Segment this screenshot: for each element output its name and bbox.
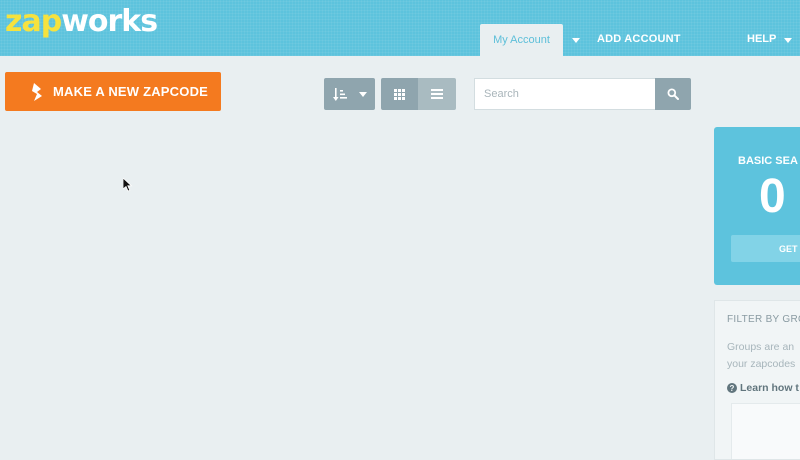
- list-view-icon: [431, 89, 443, 99]
- chevron-down-icon: [359, 91, 367, 97]
- plan-count: 0: [759, 170, 786, 223]
- tab-my-account[interactable]: My Account: [480, 24, 563, 56]
- question-circle-icon: ?: [727, 383, 737, 393]
- top-header: zap works My Account ADD ACCOUNT HELP: [0, 0, 800, 56]
- filter-title: FILTER BY GRO: [727, 314, 800, 325]
- search-button[interactable]: [655, 78, 691, 110]
- group-list-box[interactable]: [731, 403, 800, 459]
- help-dropdown-toggle[interactable]: [781, 34, 795, 46]
- logo-works-text: works: [61, 4, 158, 39]
- plan-summary-card: BASIC SEA 0 GET: [714, 127, 800, 285]
- help-menu[interactable]: HELP: [747, 33, 776, 45]
- chevron-down-icon: [572, 37, 580, 43]
- sort-icon: [333, 87, 347, 101]
- learn-how-link[interactable]: ? Learn how t: [727, 382, 799, 394]
- search-input[interactable]: [474, 78, 656, 110]
- sort-dropdown-button[interactable]: [324, 78, 375, 110]
- zapcode-icon: [32, 82, 42, 101]
- zapworks-logo[interactable]: zap works: [5, 3, 158, 41]
- filter-description-line: Groups are an: [727, 341, 795, 353]
- plan-title: BASIC SEA: [738, 155, 798, 167]
- filter-by-group-panel: FILTER BY GRO Groups are an your zapcode…: [714, 300, 800, 460]
- filter-description: Groups are an your zapcodes: [727, 339, 795, 373]
- filter-description-line: your zapcodes: [727, 358, 796, 370]
- account-dropdown-toggle[interactable]: [569, 34, 583, 46]
- grid-view-button[interactable]: [381, 78, 418, 110]
- make-new-zapcode-button[interactable]: MAKE A NEW ZAPCODE: [5, 72, 221, 111]
- logo-zap-text: zap: [5, 4, 62, 39]
- get-plan-button[interactable]: GET: [731, 235, 800, 262]
- learn-how-label: Learn how t: [740, 382, 799, 394]
- add-account-link[interactable]: ADD ACCOUNT: [597, 33, 681, 45]
- grid-view-icon: [394, 88, 405, 100]
- make-new-zapcode-label: MAKE A NEW ZAPCODE: [53, 84, 209, 99]
- search-icon: [667, 88, 679, 100]
- list-view-button[interactable]: [418, 78, 456, 110]
- chevron-down-icon: [784, 37, 792, 43]
- mouse-cursor-icon: [123, 178, 133, 192]
